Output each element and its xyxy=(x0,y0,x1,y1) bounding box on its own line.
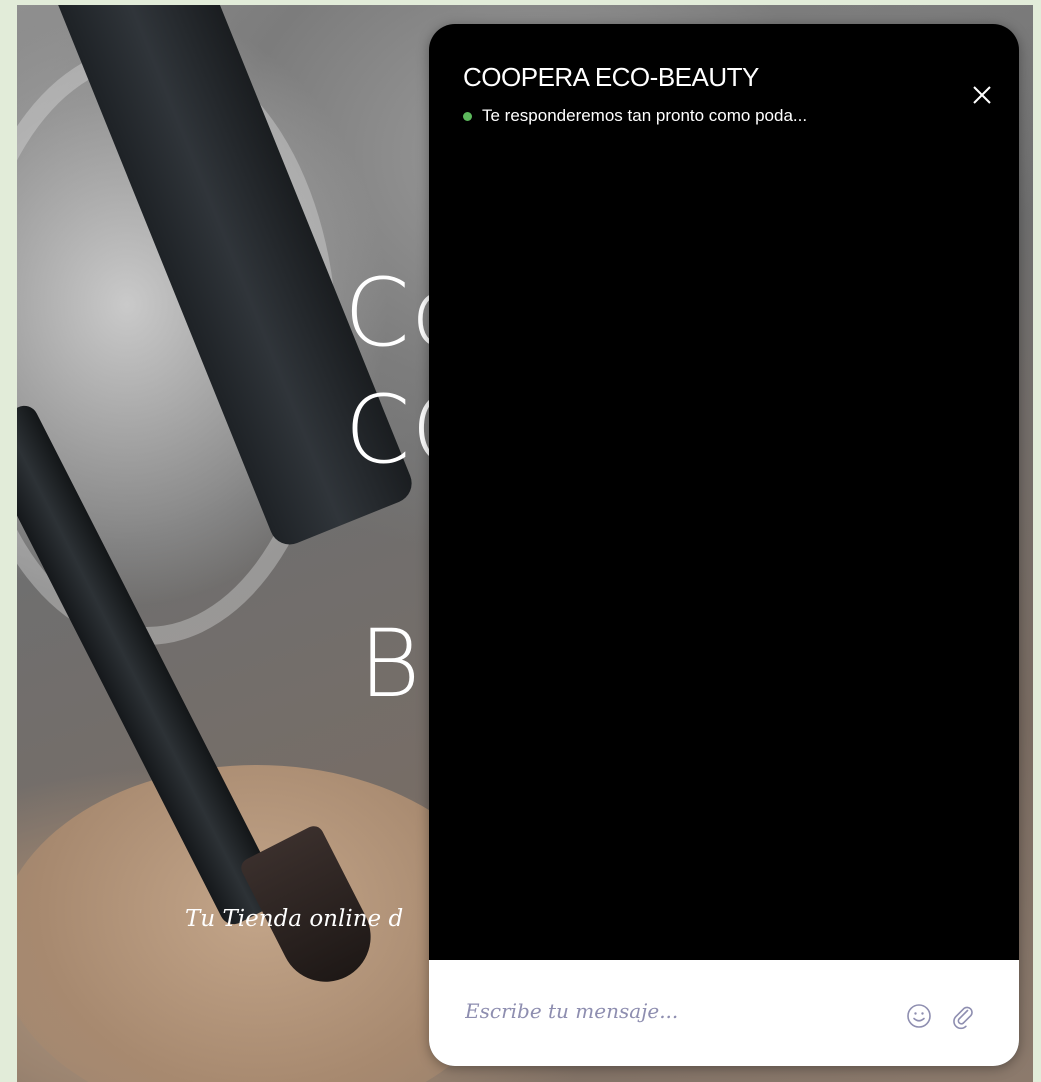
paperclip-icon xyxy=(953,1006,973,1030)
close-button[interactable] xyxy=(967,80,997,110)
online-status-dot xyxy=(463,111,472,121)
chat-header: COOPERA ECO-BEAUTY Te responderemos tan … xyxy=(463,62,995,152)
close-icon xyxy=(973,86,991,104)
chat-footer xyxy=(429,960,1019,1066)
chat-status-text: Te responderemos tan pronto como poda... xyxy=(482,106,808,125)
attach-button[interactable] xyxy=(949,1002,977,1030)
message-input[interactable] xyxy=(463,998,887,1024)
chat-status: Te responderemos tan pronto como poda... xyxy=(463,106,995,126)
chat-widget: COOPERA ECO-BEAUTY Te responderemos tan … xyxy=(429,24,1019,1066)
chat-title: COOPERA ECO-BEAUTY xyxy=(463,62,759,92)
smiley-icon xyxy=(907,1004,931,1028)
emoji-button[interactable] xyxy=(905,1002,933,1030)
